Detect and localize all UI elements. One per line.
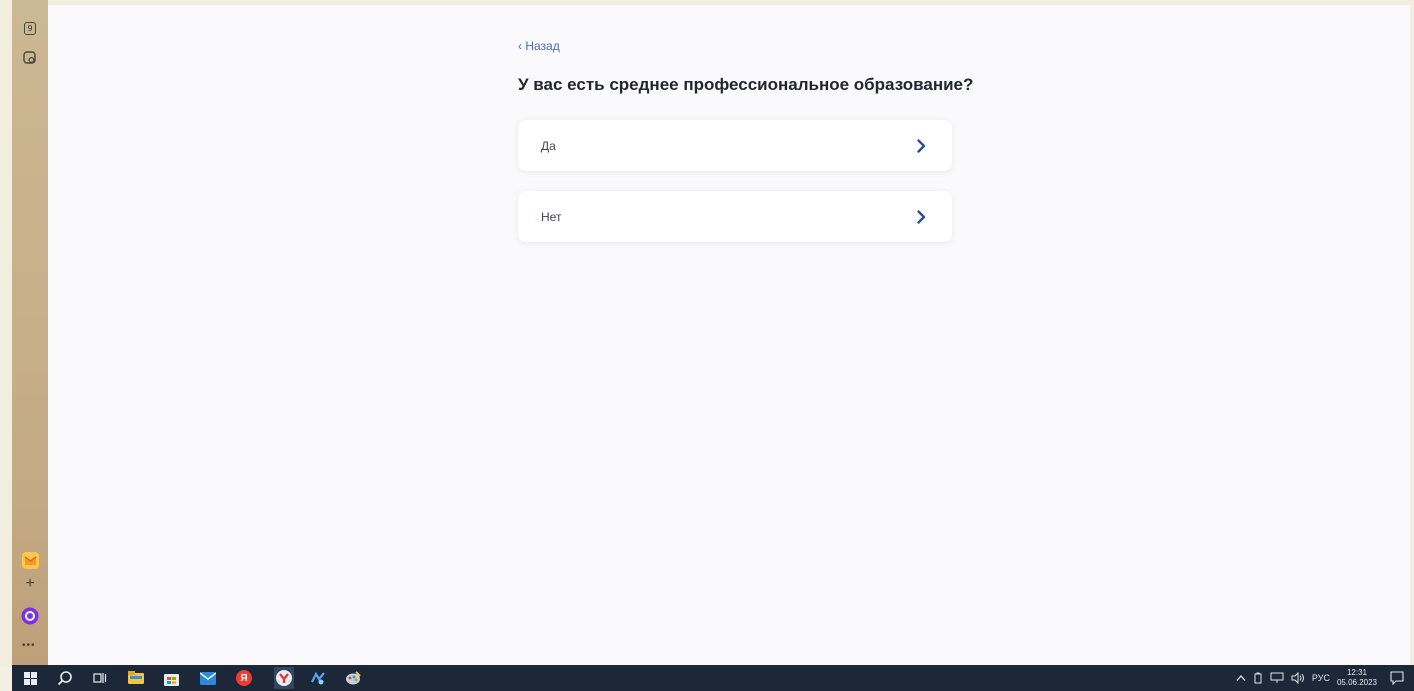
clock-date: 05.06.2023 — [1336, 678, 1377, 687]
page-title: У вас есть среднее профессиональное обра… — [518, 75, 974, 94]
sidebar-item-mail[interactable] — [20, 550, 40, 570]
sidebar-add-button[interactable]: + — [20, 574, 40, 594]
taskbar: Я РУС 12:31 05.06.2023 — [12, 665, 1414, 691]
mail-icon — [21, 551, 39, 569]
windows-icon — [23, 671, 37, 685]
yandex-letter: Я — [240, 672, 248, 684]
calendar-icon: 9 — [24, 21, 36, 35]
chevron-right-icon — [917, 138, 926, 153]
volume-icon[interactable] — [1291, 672, 1305, 684]
window-frame-left — [0, 0, 12, 665]
clock[interactable]: 12:31 05.06.2023 — [1337, 668, 1377, 688]
taskbar-file-explorer[interactable] — [128, 670, 144, 686]
chevron-up-icon[interactable] — [1236, 674, 1246, 682]
chevron-right-icon — [917, 209, 926, 224]
alice-assistant-icon — [21, 607, 39, 625]
notifications-icon[interactable] — [1390, 671, 1404, 685]
sidebar-item-screenshot[interactable] — [20, 48, 40, 68]
back-link[interactable]: ‹ Назад — [518, 39, 560, 53]
taskbar-paint[interactable] — [345, 670, 361, 686]
taskbar-yandex-browser[interactable] — [274, 667, 294, 689]
network-icon[interactable] — [1270, 672, 1284, 684]
window-frame-right — [1410, 0, 1414, 665]
search-icon — [57, 671, 72, 686]
store-icon — [163, 673, 179, 686]
mail-icon — [200, 671, 216, 685]
option-no-button[interactable]: Нет — [518, 191, 952, 242]
system-tray: РУС 12:31 05.06.2023 — [1236, 665, 1404, 691]
sidebar-item-calendar[interactable]: 9 — [20, 18, 40, 38]
task-view-button[interactable] — [92, 670, 108, 686]
language-indicator[interactable]: РУС — [1312, 673, 1330, 683]
plus-icon: + — [25, 575, 35, 592]
option-label: Нет — [541, 209, 562, 224]
taskbar-yandex[interactable]: Я — [236, 670, 252, 686]
clock-time: 12:31 — [1346, 668, 1367, 677]
start-button[interactable] — [22, 670, 38, 686]
option-label: Да — [541, 138, 556, 153]
search-button[interactable] — [57, 670, 73, 686]
yandex-browser-icon — [276, 670, 292, 686]
task-view-icon — [93, 673, 107, 683]
app-icon — [311, 671, 325, 685]
folder-icon — [128, 671, 144, 684]
taskbar-mail[interactable] — [200, 670, 216, 686]
paint-icon — [346, 671, 361, 685]
page-content: ‹ Назад У вас есть среднее профессиональ… — [48, 5, 1410, 665]
taskbar-store[interactable] — [163, 670, 179, 686]
battery-icon[interactable] — [1253, 672, 1263, 684]
sidebar-item-alice[interactable] — [20, 606, 40, 626]
screenshot-icon — [23, 51, 36, 64]
option-yes-button[interactable]: Да — [518, 120, 952, 171]
more-icon[interactable]: ••• — [22, 640, 36, 651]
taskbar-app[interactable] — [310, 670, 326, 686]
browser-sidebar: 9 + ••• — [12, 0, 48, 665]
